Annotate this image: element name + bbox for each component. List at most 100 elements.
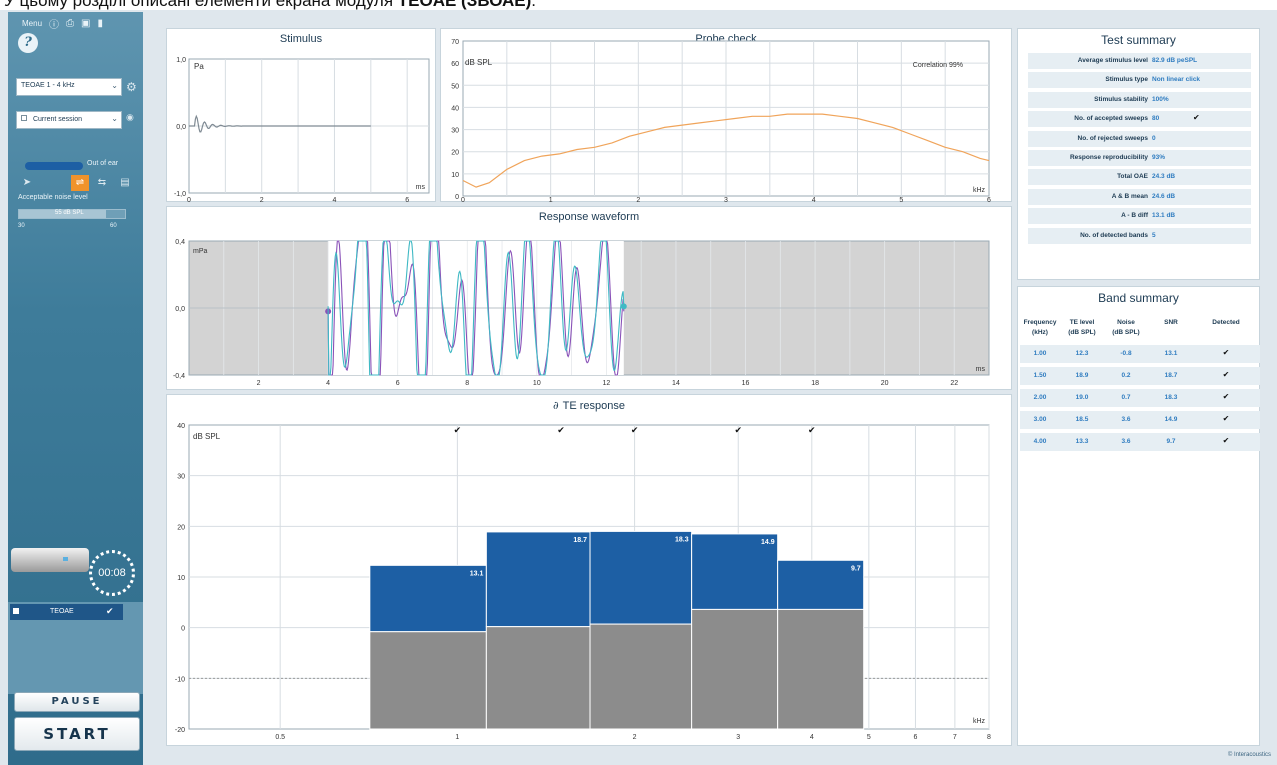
band-summary-panel: Band summary Frequency (kHz) TE level (dB…	[1017, 286, 1260, 746]
help-icon[interactable]: ⓘ	[49, 16, 59, 31]
noise-level-bar	[485, 626, 591, 730]
test-summary-value: 80	[1152, 115, 1160, 123]
band-summary-header: TE level (dB SPL)	[1068, 319, 1096, 336]
x-tick-label: 2	[260, 197, 264, 203]
x-tick-label: 1	[549, 197, 553, 203]
session-checkbox[interactable]	[21, 115, 27, 121]
print-icon[interactable]: ⎙	[66, 18, 74, 29]
exit-icon[interactable]: ▮	[97, 18, 103, 29]
y-tick-label: 60	[451, 61, 459, 68]
check-icon: ✔	[1222, 370, 1230, 379]
protocol-select[interactable]: TEOAE 1 - 4 kHz ⌄	[16, 78, 122, 96]
test-summary-row: Stimulus type Non linear click	[1028, 72, 1251, 90]
menu-button[interactable]: Menu	[22, 19, 42, 28]
band-summary-cell: 0.2	[1121, 372, 1131, 379]
session-item-checkbox[interactable]	[13, 608, 19, 614]
test-summary-row: No. of accepted sweeps 80 ✔	[1028, 111, 1251, 129]
test-summary-row: No. of detected bands 5	[1028, 227, 1251, 245]
x-tick-label: 6	[396, 380, 400, 387]
te-level-bar	[589, 530, 693, 625]
test-summary-label: No. of accepted sweeps	[1074, 115, 1148, 123]
x-tick-label: 0	[187, 197, 191, 203]
band-summary-cell: 1.50	[1033, 372, 1047, 379]
y-unit-label: dB SPL	[193, 432, 221, 441]
y-tick-label: 20	[451, 150, 459, 157]
y-tick-label: -10	[175, 676, 185, 683]
y-tick-label: 30	[451, 128, 459, 135]
x-unit-label: kHz	[973, 187, 986, 194]
y-tick-label: 40	[451, 105, 459, 112]
x-tick-label: 6	[987, 197, 991, 203]
probe-status-bar	[25, 162, 83, 170]
x-tick-label: 0.5	[275, 734, 285, 741]
te-level-bar	[485, 531, 591, 628]
noise-level-slider[interactable]: 55 dB SPL	[18, 209, 126, 219]
test-summary-label: Stimulus type	[1105, 76, 1148, 84]
band-summary-cell: 14.9	[1164, 416, 1178, 423]
test-summary-value: 82.9 dB peSPL	[1152, 57, 1198, 64]
session-list-item[interactable]: TEOAE ✔	[10, 604, 123, 620]
test-summary-title: Test summary	[1101, 33, 1176, 47]
test-summary-value: 24.3 dB	[1152, 173, 1176, 181]
x-tick-label: 1	[455, 734, 459, 741]
x-tick-label: 8	[465, 380, 469, 387]
stimulus-chart: 0 2 4 6 1,0 0,0 -1,0 Pa ms	[174, 57, 430, 203]
band-summary-cell: 3.6	[1121, 438, 1131, 445]
caption-text: У цьому розділі описані елементи екрана …	[4, 0, 398, 10]
report-icon[interactable]: ▤	[116, 175, 134, 191]
band-summary-header: SNR	[1164, 319, 1178, 326]
y-unit-label: mPa	[193, 248, 208, 255]
x-tick-label: 4	[812, 197, 816, 203]
test-summary-label: No. of rejected sweeps	[1077, 134, 1148, 142]
test-summary-label: Total OAE	[1117, 173, 1148, 181]
y-tick-label: 70	[451, 39, 459, 46]
test-summary-panel: Test summary Average stimulus level 82.9 …	[1017, 28, 1260, 280]
settings-icon[interactable]: ⚙	[126, 80, 137, 94]
caption-suffix: .	[531, 0, 537, 10]
y-unit-label: Pa	[194, 62, 204, 71]
test-summary-value: 24.6 dB	[1152, 192, 1176, 200]
guide-icon[interactable]: ?	[18, 33, 38, 53]
x-unit-label: kHz	[973, 718, 986, 725]
test-summary-row: A - B diff 13.1 dB	[1028, 208, 1251, 226]
check-icon: ✔	[1222, 414, 1230, 423]
band-summary-cell: 2.00	[1033, 394, 1047, 401]
compare-icon[interactable]: ⇆	[93, 175, 111, 191]
session-select-value: Current session	[32, 116, 82, 123]
probe-status-text: Out of ear	[87, 160, 119, 167]
probe-check-chart: 0 1 2 3 4 5 6010203040506070dB SPLkHzCorrelati…	[451, 39, 991, 203]
x-tick-label: 10	[533, 380, 541, 387]
eye-icon[interactable]: ◉	[126, 112, 134, 123]
x-tick-label: 14	[672, 380, 680, 387]
y-tick-label: 0,0	[176, 124, 186, 131]
chevron-down-icon: ⌄	[111, 81, 118, 90]
band-summary-header: Frequency (kHz)	[1023, 319, 1057, 336]
detected-check-icon: ✔	[557, 425, 565, 435]
x-tick-label: 2	[633, 734, 637, 741]
y-unit-label: dB SPL	[465, 58, 493, 67]
test-summary-value: 5	[1152, 231, 1156, 239]
test-summary-row: No. of rejected sweeps 0	[1028, 130, 1251, 148]
x-tick-label: 18	[811, 380, 819, 387]
y-tick-label: 0,0	[175, 306, 185, 313]
band-summary-cell: 19.0	[1075, 394, 1089, 401]
session-select[interactable]: Current session ⌄	[16, 111, 122, 129]
test-summary-row: Average stimulus level 82.9 dB peSPL	[1028, 53, 1251, 70]
x-unit-label: ms	[416, 184, 426, 191]
noise-level-label: Acceptable noise level	[18, 194, 88, 201]
pause-button[interactable]: PAUSE	[14, 692, 140, 712]
snr-label: 9.7	[851, 565, 861, 572]
stimulus-panel: Stimulus 0 2 4 6 1,0 0,0 -1,0 Pa ms	[166, 28, 436, 203]
save-icon[interactable]: ▣	[81, 18, 90, 29]
ear-icon[interactable]: ⇌	[71, 175, 89, 191]
y-tick-label: 1,0	[176, 57, 186, 64]
protocol-select-value: TEOAE 1 - 4 kHz	[21, 82, 75, 89]
correlation-label: Correlation 99%	[913, 62, 963, 69]
sidebar: Menu ⓘ ⎙ ▣ ▮ ? TEOAE 1 - 4 kHz ⌄ ⚙ Curre…	[8, 12, 143, 765]
start-button[interactable]: START	[14, 717, 140, 751]
test-summary-value: 13.1 dB	[1152, 212, 1176, 220]
x-tick-label: 5	[867, 734, 871, 741]
check-icon: ✔	[1222, 348, 1230, 357]
arrow-icon[interactable]: ➤	[18, 175, 36, 191]
band-summary-cell: 18.3	[1164, 394, 1178, 401]
